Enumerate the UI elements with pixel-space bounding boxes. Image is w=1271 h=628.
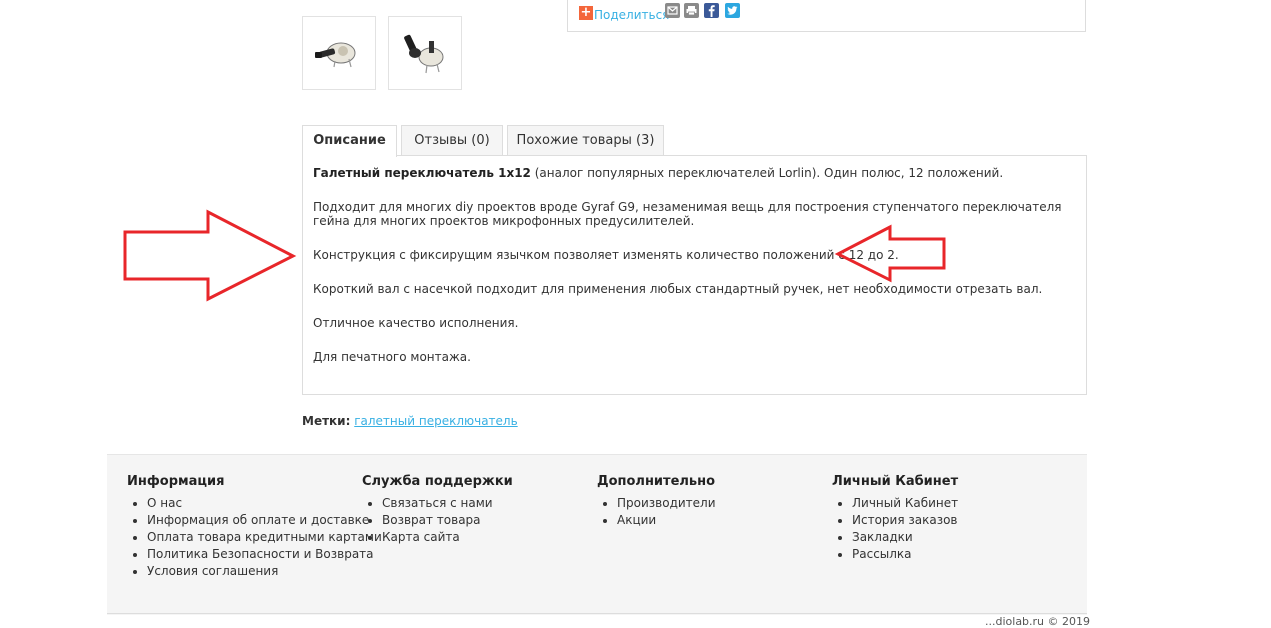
footer-link[interactable]: Закладки [852, 529, 958, 546]
footer-link[interactable]: Информация об оплате и доставке [147, 512, 382, 529]
tags-label: Метки: [302, 414, 351, 428]
copyright: ...diolab.ru © 2019 [985, 615, 1091, 628]
footer-link[interactable]: О нас [147, 495, 382, 512]
footer-link[interactable]: Политика Безопасности и Возврата [147, 546, 382, 563]
footer-column-extras: Дополнительно Производители Акции [597, 474, 716, 529]
tab-description[interactable]: Описание [302, 125, 397, 157]
footer-link[interactable]: Возврат товара [382, 512, 513, 529]
footer-column-support: Служба поддержки Связаться с нами Возвра… [362, 474, 513, 546]
footer-column-info: Информация О нас Информация об оплате и … [127, 474, 382, 580]
footer-link[interactable]: Рассылка [852, 546, 958, 563]
footer-link[interactable]: Оплата товара кредитными картами [147, 529, 382, 546]
footer-link[interactable]: История заказов [852, 512, 958, 529]
footer-column-title: Дополнительно [597, 474, 716, 489]
footer-column-title: Личный Кабинет [832, 474, 959, 489]
tag-link[interactable]: галетный переключатель [354, 414, 517, 428]
footer-column-account: Личный Кабинет Личный Кабинет История за… [832, 474, 958, 563]
footer-link[interactable]: Личный Кабинет [852, 495, 958, 512]
footer-link[interactable]: Карта сайта [382, 529, 513, 546]
footer-column-title: Информация [127, 474, 225, 489]
tags-row: Метки: галетный переключатель [302, 414, 518, 428]
annotation-arrow-left [834, 224, 946, 283]
footer-divider [107, 613, 1087, 614]
footer-link[interactable]: Условия соглашения [147, 563, 382, 580]
footer-link[interactable]: Акции [617, 512, 716, 529]
footer-link[interactable]: Производители [617, 495, 716, 512]
footer-link[interactable]: Связаться с нами [382, 495, 513, 512]
footer-column-title: Служба поддержки [362, 474, 513, 489]
annotation-arrow-right [123, 209, 297, 302]
